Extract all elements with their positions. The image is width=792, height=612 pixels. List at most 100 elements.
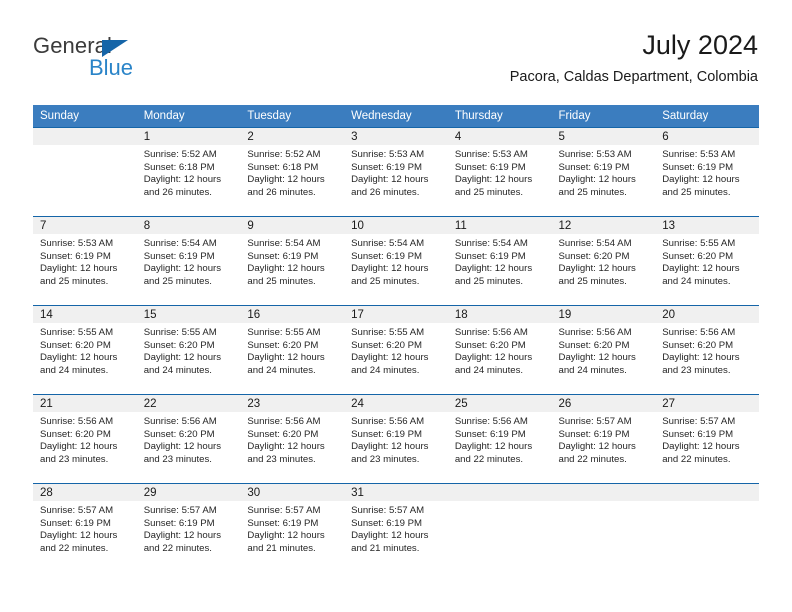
calendar-day-cell[interactable]: 23 Sunrise: 5:56 AM Sunset: 6:20 PM Dayligh… <box>240 394 345 484</box>
calendar-day-cell[interactable]: 31 Sunrise: 5:57 AM Sunset: 6:19 PM Dayligh… <box>344 483 448 572</box>
calendar-day-cell[interactable]: 20 Sunrise: 5:56 AM Sunset: 6:20 PM Dayligh… <box>655 305 759 395</box>
detail-daylight-line1: Daylight: 12 hours <box>351 530 429 542</box>
detail-sunrise: Sunrise: 5:53 AM <box>662 149 736 160</box>
detail-daylight-line2: and 23 minutes. <box>351 453 420 465</box>
detail-sunrise: Sunrise: 5:52 AM <box>143 149 217 160</box>
detail-daylight-line2: and 25 minutes. <box>40 275 109 287</box>
calendar-day-cell[interactable]: 4 Sunrise: 5:53 AM Sunset: 6:19 PM Daylight… <box>447 127 552 217</box>
calendar-day-cell[interactable]: 15 Sunrise: 5:55 AM Sunset: 6:20 PM Dayligh… <box>136 305 241 395</box>
detail-sunrise: Sunrise: 5:54 AM <box>143 238 217 249</box>
day-sun-details: Sunrise: 5:53 AM Sunset: 6:19 PM Daylight:… <box>33 234 137 288</box>
day-sun-details: Sunrise: 5:57 AM Sunset: 6:19 PM Daylight:… <box>552 412 656 466</box>
day-cell-inner: 5 Sunrise: 5:53 AM Sunset: 6:19 PM Daylight… <box>551 128 656 216</box>
calendar-day-cell[interactable]: 11 Sunrise: 5:54 AM Sunset: 6:19 PM Dayligh… <box>447 216 552 306</box>
day-cell-inner: 30 Sunrise: 5:57 AM Sunset: 6:19 PM Dayligh… <box>240 484 345 572</box>
detail-daylight-line2: and 24 minutes. <box>662 275 731 287</box>
calendar-day-cell[interactable]: 14 Sunrise: 5:55 AM Sunset: 6:20 PM Dayligh… <box>33 305 137 395</box>
calendar-day-cell[interactable]: 28 Sunrise: 5:57 AM Sunset: 6:19 PM Dayligh… <box>33 483 137 572</box>
day-sun-details: Sunrise: 5:56 AM Sunset: 6:19 PM Daylight:… <box>448 412 552 466</box>
calendar-day-cell[interactable]: 22 Sunrise: 5:56 AM Sunset: 6:20 PM Dayligh… <box>136 394 241 484</box>
detail-daylight-line1: Daylight: 12 hours <box>247 174 325 186</box>
day-number: 28 <box>33 484 137 501</box>
detail-sunrise: Sunrise: 5:55 AM <box>143 327 217 338</box>
day-sun-details: Sunrise: 5:56 AM Sunset: 6:20 PM Daylight:… <box>33 412 137 466</box>
calendar-day-cell[interactable]: 26 Sunrise: 5:57 AM Sunset: 6:19 PM Dayligh… <box>551 394 656 484</box>
detail-sunset: Sunset: 6:19 PM <box>40 517 111 529</box>
day-number: 7 <box>33 217 137 234</box>
detail-daylight-line2: and 23 minutes. <box>143 453 212 465</box>
day-cell-inner: 28 Sunrise: 5:57 AM Sunset: 6:19 PM Dayligh… <box>33 484 137 572</box>
detail-daylight-line2: and 24 minutes. <box>351 364 420 376</box>
detail-daylight-line2: and 25 minutes. <box>143 275 212 287</box>
calendar-day-cell[interactable]: 6 Sunrise: 5:53 AM Sunset: 6:19 PM Daylight… <box>655 127 759 217</box>
detail-sunrise: Sunrise: 5:56 AM <box>40 416 114 427</box>
detail-sunset: Sunset: 6:19 PM <box>558 161 630 173</box>
calendar-day-cell[interactable]: 16 Sunrise: 5:55 AM Sunset: 6:20 PM Dayligh… <box>240 305 345 395</box>
detail-daylight-line1: Daylight: 12 hours <box>454 174 533 186</box>
detail-daylight-line1: Daylight: 12 hours <box>247 441 325 453</box>
day-cell-inner: 17 Sunrise: 5:55 AM Sunset: 6:20 PM Dayligh… <box>344 306 448 394</box>
calendar-day-cell[interactable]: 12 Sunrise: 5:54 AM Sunset: 6:20 PM Dayligh… <box>551 216 656 306</box>
calendar-day-cell[interactable]: 8 Sunrise: 5:54 AM Sunset: 6:19 PM Daylight… <box>136 216 241 306</box>
day-cell-inner: 22 Sunrise: 5:56 AM Sunset: 6:20 PM Dayligh… <box>136 395 241 483</box>
calendar-day-cell[interactable]: 5 Sunrise: 5:53 AM Sunset: 6:19 PM Daylight… <box>551 127 656 217</box>
detail-daylight-line1: Daylight: 12 hours <box>351 441 429 453</box>
page-subtitle: Pacora, Caldas Department, Colombia <box>509 69 758 85</box>
calendar-day-cell[interactable]: 2 Sunrise: 5:52 AM Sunset: 6:18 PM Daylight… <box>240 127 345 217</box>
calendar-day-cell[interactable]: 18 Sunrise: 5:56 AM Sunset: 6:20 PM Dayligh… <box>447 305 552 395</box>
detail-daylight-line2: and 25 minutes. <box>247 275 316 287</box>
detail-daylight-line2: and 25 minutes. <box>454 186 524 198</box>
calendar-day-cell[interactable]: 30 Sunrise: 5:57 AM Sunset: 6:19 PM Dayligh… <box>240 483 345 572</box>
detail-daylight-line2: and 25 minutes. <box>662 186 731 198</box>
day-number: 20 <box>655 306 759 323</box>
day-number <box>551 484 656 501</box>
calendar-day-cell[interactable]: 13 Sunrise: 5:55 AM Sunset: 6:20 PM Dayligh… <box>655 216 759 306</box>
weekday-header-thursday: Thursday <box>447 105 552 128</box>
calendar-day-cell[interactable]: 9 Sunrise: 5:54 AM Sunset: 6:19 PM Daylight… <box>240 216 345 306</box>
day-number <box>33 128 137 145</box>
detail-sunset: Sunset: 6:20 PM <box>143 428 215 440</box>
detail-daylight-line2: and 22 minutes. <box>662 453 731 465</box>
detail-sunset: Sunset: 6:20 PM <box>558 250 630 262</box>
day-number: 15 <box>136 306 241 323</box>
calendar-day-cell[interactable]: 1 Sunrise: 5:52 AM Sunset: 6:18 PM Daylight… <box>136 127 241 217</box>
day-number: 6 <box>655 128 759 145</box>
calendar-day-cell-empty <box>33 127 137 217</box>
calendar-day-cell-empty <box>655 483 759 572</box>
day-cell-inner: 20 Sunrise: 5:56 AM Sunset: 6:20 PM Dayligh… <box>655 306 759 394</box>
day-cell-inner <box>551 484 656 572</box>
calendar-day-cell[interactable]: 3 Sunrise: 5:53 AM Sunset: 6:19 PM Daylight… <box>344 127 448 217</box>
calendar-day-cell[interactable]: 21 Sunrise: 5:56 AM Sunset: 6:20 PM Dayligh… <box>33 394 137 484</box>
detail-daylight-line1: Daylight: 12 hours <box>558 352 636 364</box>
detail-daylight-line2: and 25 minutes. <box>558 275 627 287</box>
detail-sunrise: Sunrise: 5:57 AM <box>143 505 217 516</box>
day-cell-inner: 26 Sunrise: 5:57 AM Sunset: 6:19 PM Dayligh… <box>551 395 656 483</box>
calendar-day-cell[interactable]: 24 Sunrise: 5:56 AM Sunset: 6:19 PM Dayligh… <box>344 394 448 484</box>
day-number: 12 <box>551 217 656 234</box>
detail-sunset: Sunset: 6:20 PM <box>351 339 423 351</box>
calendar-day-cell[interactable]: 7 Sunrise: 5:53 AM Sunset: 6:19 PM Daylight… <box>33 216 137 306</box>
detail-daylight-line1: Daylight: 12 hours <box>247 263 325 275</box>
day-sun-details: Sunrise: 5:53 AM Sunset: 6:19 PM Daylight:… <box>552 145 656 199</box>
day-cell-inner: 9 Sunrise: 5:54 AM Sunset: 6:19 PM Daylight… <box>240 217 345 305</box>
detail-sunset: Sunset: 6:20 PM <box>143 339 215 351</box>
calendar-day-cell[interactable]: 25 Sunrise: 5:56 AM Sunset: 6:19 PM Dayligh… <box>447 394 552 484</box>
detail-daylight-line1: Daylight: 12 hours <box>143 441 222 453</box>
calendar-day-cell[interactable]: 29 Sunrise: 5:57 AM Sunset: 6:19 PM Dayligh… <box>136 483 241 572</box>
detail-sunrise: Sunrise: 5:56 AM <box>351 416 425 427</box>
calendar-day-cell-empty <box>551 483 656 572</box>
detail-daylight-line2: and 23 minutes. <box>40 453 109 465</box>
detail-daylight-line1: Daylight: 12 hours <box>662 352 740 364</box>
calendar-day-cell[interactable]: 17 Sunrise: 5:55 AM Sunset: 6:20 PM Dayligh… <box>344 305 448 395</box>
day-number: 30 <box>240 484 345 501</box>
general-blue-logo[interactable]: General Blue <box>33 34 213 86</box>
day-cell-inner: 12 Sunrise: 5:54 AM Sunset: 6:20 PM Dayligh… <box>551 217 656 305</box>
calendar-week-row: 14 Sunrise: 5:55 AM Sunset: 6:20 PM Dayligh… <box>33 305 759 395</box>
day-cell-inner: 1 Sunrise: 5:52 AM Sunset: 6:18 PM Daylight… <box>136 128 241 216</box>
calendar-day-cell[interactable]: 19 Sunrise: 5:56 AM Sunset: 6:20 PM Dayligh… <box>551 305 656 395</box>
day-number: 9 <box>240 217 345 234</box>
calendar-day-cell[interactable]: 10 Sunrise: 5:54 AM Sunset: 6:19 PM Dayligh… <box>344 216 448 306</box>
page-header: General Blue July 2024 Pacora, Caldas De… <box>33 28 758 98</box>
calendar-day-cell[interactable]: 27 Sunrise: 5:57 AM Sunset: 6:19 PM Dayligh… <box>655 394 759 484</box>
detail-sunrise: Sunrise: 5:55 AM <box>247 327 321 338</box>
